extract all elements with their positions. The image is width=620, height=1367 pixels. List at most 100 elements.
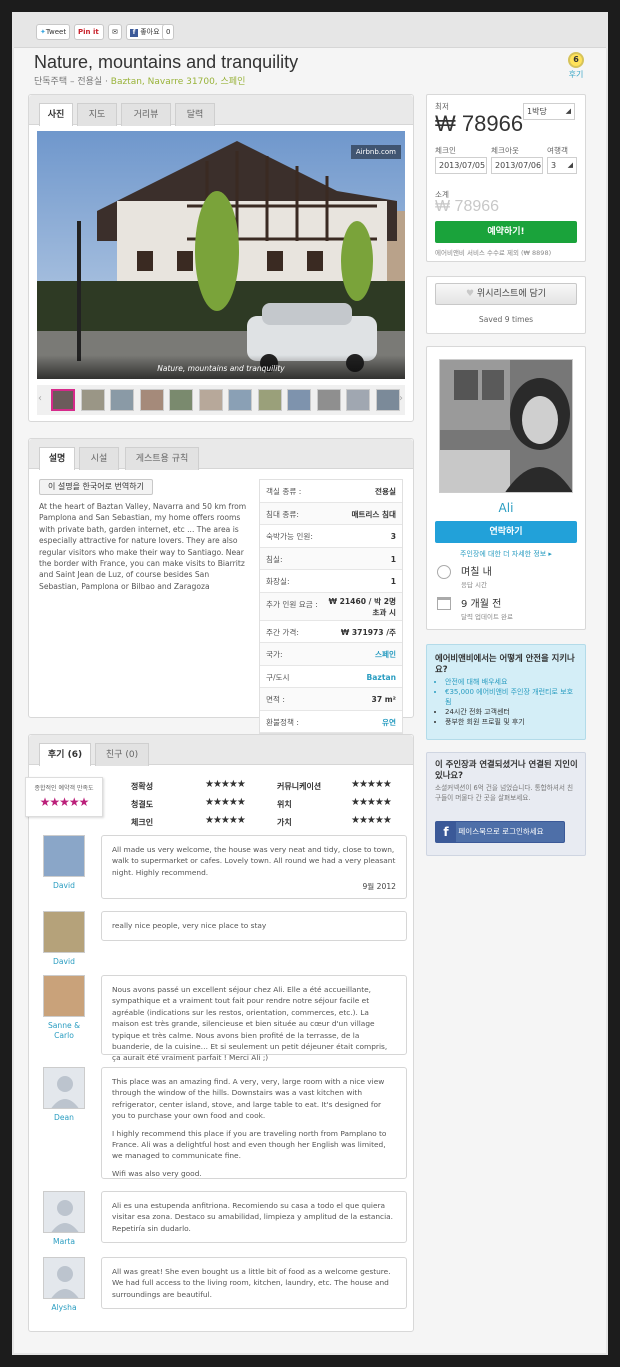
host-name[interactable]: Ali — [427, 501, 585, 515]
like-count: 0 — [162, 24, 174, 40]
rating-stars: ★★★★★ — [351, 815, 392, 826]
facebook-login-button[interactable]: f 페이스북으로 로그인하세요 — [435, 821, 565, 843]
details-value[interactable]: Baztan — [367, 672, 397, 683]
tab-reviews[interactable]: 후기 (6) — [39, 743, 91, 766]
reviewer-name[interactable]: Sanne & Carlo — [33, 1021, 95, 1041]
photo-watermark: Airbnb.com — [350, 145, 401, 159]
details-key: 국가: — [266, 650, 283, 659]
host-more-info-link[interactable]: 주인장에 대한 더 자세한 정보 ▸ — [427, 549, 585, 559]
member-since: 9 개월 전 — [461, 599, 502, 610]
default-avatar-icon — [51, 1200, 79, 1232]
price-period-select[interactable]: 1박당 ◢ — [523, 103, 575, 120]
safety-box: 에어비앤비에서는 어떻게 안전을 지키나요? 안전에 대해 배우세요€35,00… — [426, 644, 586, 740]
chevron-right-icon[interactable]: › — [399, 393, 403, 404]
tab-calendar[interactable]: 달력 — [175, 103, 215, 126]
tab-photos[interactable]: 사진 — [39, 103, 73, 126]
reviewer-name[interactable]: Alysha — [33, 1303, 95, 1313]
safety-item: 풍부한 회원 프로필 및 후기 — [445, 717, 579, 727]
rating-category: 청결도 — [131, 800, 154, 809]
book-button[interactable]: 예약하기! — [435, 221, 577, 243]
add-to-wishlist-button[interactable]: ♥ 위시리스트에 담기 — [435, 283, 577, 305]
details-row: 국가: 스페인 — [260, 643, 402, 666]
translate-button[interactable]: 이 설명을 한국어로 번역하기 — [39, 479, 153, 495]
safety-item[interactable]: 안전에 대해 배우세요 — [445, 677, 579, 687]
details-key: 침대 종류: — [266, 509, 299, 519]
tab-house-rules[interactable]: 게스트용 규칙 — [125, 447, 199, 470]
reviewer-name[interactable]: David — [33, 881, 95, 891]
rating-category: 위치 — [277, 800, 292, 809]
details-row: 침대 종류: 매트리스 침대 — [260, 502, 402, 525]
photo-thumbnail[interactable] — [198, 389, 223, 411]
reviewer-name[interactable]: Dean — [33, 1113, 95, 1123]
overall-rating-tag: 종합적인 예약객 만족도 ★★★★★ — [25, 777, 103, 817]
review-item: Marta Ali es una estupenda anfitriona. Re… — [33, 1191, 407, 1246]
tab-street-view[interactable]: 거리뷰 — [121, 103, 171, 126]
guests-label: 여행객 — [547, 146, 568, 155]
photo-thumbnail[interactable] — [257, 389, 282, 411]
response-time: 며칠 내 — [461, 567, 492, 578]
pin-it-button[interactable]: Pin it — [74, 24, 104, 40]
review-item: David really nice people, very nice place… — [33, 911, 407, 966]
review-paragraph: All was great! She even bought us a litt… — [112, 1267, 391, 1299]
photo-thumbnail[interactable] — [80, 389, 105, 411]
review-count-label[interactable]: 후기 — [568, 69, 584, 80]
description-tabs: 설명 시설 게스트용 규칙 — [29, 439, 413, 470]
review-text: Ali es una estupenda anfitriona. Recomie… — [101, 1191, 407, 1243]
social-text: 소셜커넥션이 6억 건을 넘었습니다. 통합하셔서 친구들이 머물다 간 곳을 … — [435, 784, 574, 802]
details-value: ₩ 371973 /주 — [340, 627, 396, 637]
tab-map[interactable]: 지도 — [77, 103, 117, 126]
saved-count: Saved 9 times — [478, 315, 534, 324]
details-value: 37 m² — [371, 695, 396, 704]
rating-stars: ★★★★★ — [205, 797, 246, 808]
photo-thumbnail[interactable] — [110, 389, 134, 411]
default-avatar-icon — [51, 1266, 79, 1298]
listing-subtitle: 단독주택 – 전용실 · Baztan, Navarre 31700, 스페인 — [34, 77, 246, 87]
details-row: 구/도시 Baztan — [260, 665, 402, 688]
photo-thumbnail[interactable] — [169, 389, 193, 411]
review-date: 9월 2012 — [362, 881, 396, 891]
checkin-input[interactable]: 2013/07/05 — [435, 157, 487, 174]
reviewer-avatar[interactable] — [43, 911, 85, 953]
reviewer-avatar[interactable] — [43, 835, 85, 877]
reviewer-name[interactable]: Marta — [33, 1237, 95, 1247]
dropdown-icon: ◢ — [567, 161, 573, 169]
listing-title: Nature, mountains and tranquility — [34, 52, 299, 72]
review-count-badge[interactable]: 6 — [568, 52, 584, 68]
nightly-price: ₩ 78966 — [435, 111, 524, 136]
photo-thumbnail[interactable] — [346, 389, 370, 411]
mail-button[interactable]: ✉ — [108, 24, 122, 40]
reviewer-avatar[interactable] — [43, 975, 85, 1017]
reviewer-avatar[interactable] — [43, 1257, 85, 1299]
review-paragraph: This place was an amazing find. A very, … — [112, 1077, 385, 1121]
tab-description[interactable]: 설명 — [39, 447, 75, 470]
contact-host-button[interactable]: 연락하기 — [435, 521, 577, 543]
host-avatar[interactable] — [439, 359, 573, 493]
guests-select[interactable]: 3 ◢ — [547, 157, 577, 174]
default-avatar-icon — [51, 1076, 79, 1108]
listing-location[interactable]: Baztan, Navarre 31700, 스페인 — [111, 77, 246, 87]
photo-thumbnail[interactable] — [287, 389, 311, 411]
details-value: 1 — [390, 554, 396, 564]
checkout-input[interactable]: 2013/07/06 — [491, 157, 543, 174]
rating-stars: ★★★★★ — [351, 779, 392, 790]
reviewer-avatar[interactable] — [43, 1191, 85, 1233]
safety-item[interactable]: €35,000 에어비앤비 주인장 개런티로 보호됨 — [445, 687, 579, 707]
listing-photo[interactable]: Airbnb.com Nature, mountains and tranqui… — [37, 131, 405, 379]
rating-stars: ★★★★★ — [205, 779, 246, 790]
details-value[interactable]: 스페인 — [375, 649, 396, 660]
tweet-button[interactable]: ✦Tweet — [36, 24, 70, 40]
photo-thumbnail[interactable] — [139, 389, 164, 411]
reviewer-avatar[interactable] — [43, 1067, 85, 1109]
safety-item: 24시간 전화 고객센터 — [445, 707, 579, 717]
chevron-left-icon[interactable]: ‹ — [38, 393, 42, 404]
rating-category: 커뮤니케이션 — [277, 782, 322, 791]
photo-thumbnail[interactable] — [375, 389, 400, 411]
tab-amenities[interactable]: 시설 — [79, 447, 119, 470]
details-value[interactable]: 유연 — [382, 717, 396, 728]
photo-thumbnail[interactable] — [51, 389, 75, 411]
response-time-label: 응답 시간 — [461, 581, 487, 589]
photo-thumbnail[interactable] — [228, 389, 252, 411]
tab-friends[interactable]: 친구 (0) — [95, 743, 149, 766]
photo-thumbnail[interactable] — [316, 389, 341, 411]
reviewer-name[interactable]: David — [33, 957, 95, 967]
